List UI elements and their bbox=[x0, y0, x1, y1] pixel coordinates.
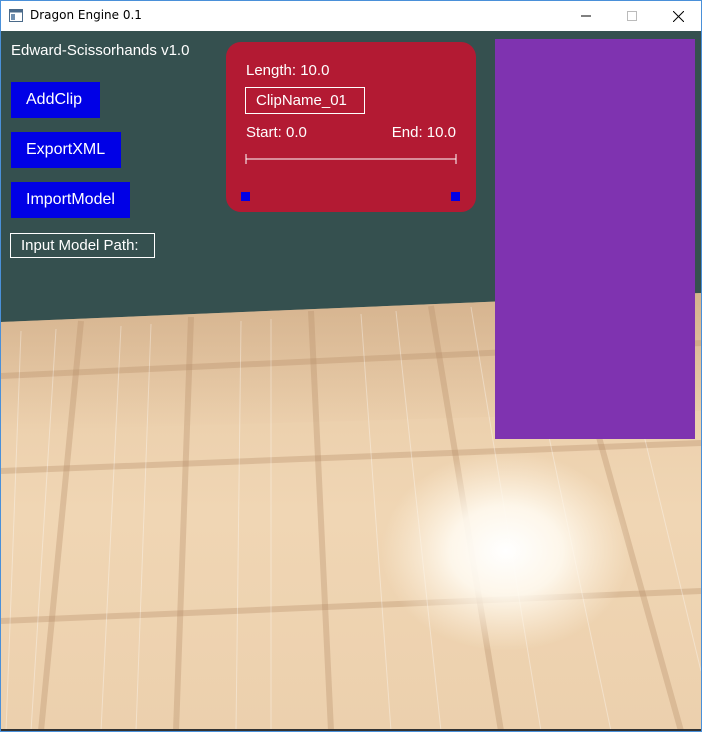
close-icon bbox=[672, 10, 684, 22]
maximize-icon bbox=[627, 11, 637, 21]
model-path-input[interactable]: Input Model Path: bbox=[10, 233, 155, 258]
export-xml-button[interactable]: ExportXML bbox=[11, 132, 121, 168]
clip-end-label: End: 10.0 bbox=[391, 124, 456, 141]
clip-range-slider[interactable] bbox=[245, 153, 457, 165]
clip-start-label: Start: 0.0 bbox=[246, 124, 307, 141]
import-model-button[interactable]: ImportModel bbox=[11, 182, 130, 218]
clip-length-label: Length: 10.0 bbox=[246, 62, 330, 79]
clip-name-input[interactable]: ClipName_01 bbox=[245, 87, 365, 114]
maximize-button[interactable] bbox=[609, 1, 655, 31]
add-clip-button[interactable]: AddClip bbox=[11, 82, 100, 118]
clip-end-handle[interactable] bbox=[451, 192, 460, 201]
app-window-icon bbox=[9, 9, 23, 22]
side-panel bbox=[495, 39, 695, 439]
app-window: Dragon Engine 0.1 Edward-Scissorhands v1… bbox=[0, 0, 702, 732]
close-button[interactable] bbox=[655, 1, 701, 31]
app-version-label: Edward-Scissorhands v1.0 bbox=[11, 42, 190, 59]
title-bar[interactable]: Dragon Engine 0.1 bbox=[1, 1, 701, 31]
window-title: Dragon Engine 0.1 bbox=[30, 8, 142, 22]
clip-start-handle[interactable] bbox=[241, 192, 250, 201]
bottom-border bbox=[1, 729, 701, 731]
clip-panel: Length: 10.0 ClipName_01 Start: 0.0 End:… bbox=[226, 42, 476, 212]
render-viewport[interactable]: Edward-Scissorhands v1.0 AddClip ExportX… bbox=[1, 31, 701, 731]
minimize-button[interactable] bbox=[563, 1, 609, 31]
minimize-icon bbox=[581, 15, 591, 17]
